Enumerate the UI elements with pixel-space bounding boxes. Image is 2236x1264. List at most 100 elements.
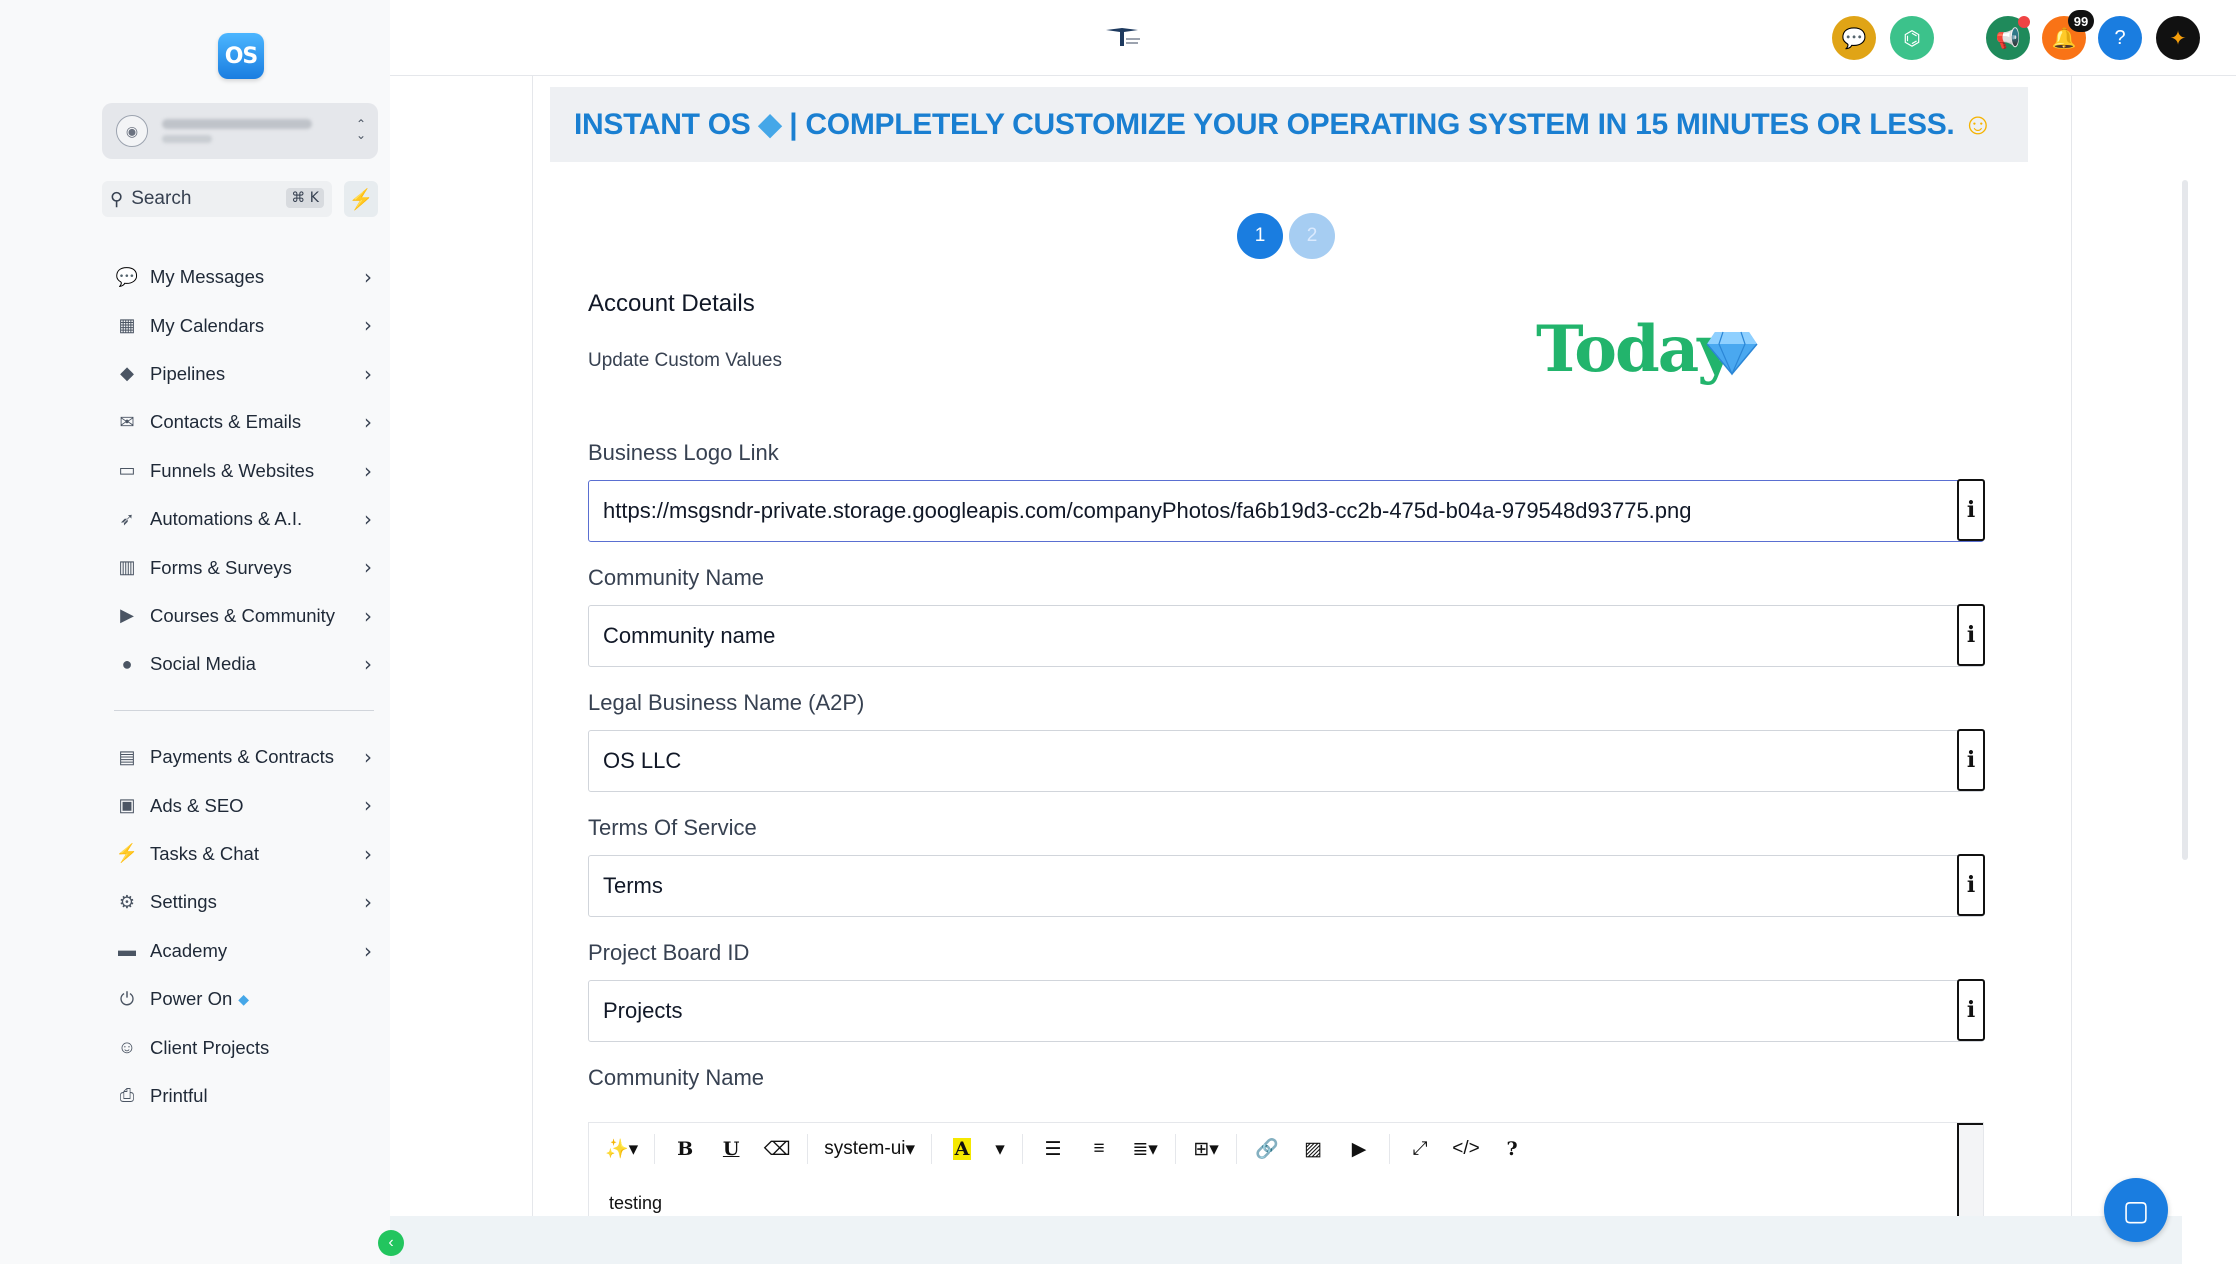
link-button[interactable]: 🔗 [1247, 1131, 1287, 1167]
help-button[interactable]: ? [1492, 1131, 1532, 1167]
announcements-button[interactable]: 📢 [1986, 16, 2030, 60]
search-label: Search [131, 188, 192, 209]
user-icon: ☺ [117, 1037, 137, 1058]
help-button[interactable]: ? [2098, 16, 2142, 60]
emoji-icon: ☺ [1962, 108, 1993, 141]
sidebar-item-settings[interactable]: ⚙ Settings › [112, 878, 380, 926]
search-shortcut: ⌘ K [286, 188, 324, 208]
step-1-indicator[interactable]: 1 [1237, 213, 1283, 259]
magic-wand-button[interactable]: ✨▾ [599, 1131, 644, 1167]
bold-button[interactable]: B [665, 1131, 705, 1167]
account-switcher[interactable]: ◉ ⌃ ⌄ [102, 103, 378, 159]
info-button[interactable]: i [1957, 479, 1985, 541]
sidebar-item-payments[interactable]: ▤ Payments & Contracts › [112, 733, 380, 781]
chevron-right-icon: › [364, 313, 372, 338]
app-logo[interactable]: OS [218, 33, 264, 79]
collapse-sidebar-button[interactable]: ‹ [378, 1230, 404, 1256]
info-button[interactable]: i [1957, 854, 1985, 916]
question-icon: ? [1506, 1138, 1518, 1160]
banner: INSTANT OS ◆ | COMPLETELY CUSTOMIZE YOUR… [550, 87, 2028, 162]
avatar-image-icon: ✦ [2169, 27, 2187, 50]
chat-launcher-button[interactable]: ▢ [2104, 1178, 2168, 1242]
scrollbar[interactable] [2182, 180, 2188, 860]
quick-action-button[interactable]: ⚡ [344, 181, 378, 217]
sidebar-item-power-on[interactable]: ⏻ Power On ◆ [112, 975, 380, 1023]
legal-business-name-input[interactable]: OS LLC i [588, 729, 1985, 792]
align-button[interactable]: ≣▾ [1125, 1131, 1165, 1167]
printer-icon: ⎙ [119, 1085, 135, 1106]
numbered-list-button[interactable]: ≡ [1079, 1131, 1119, 1167]
step-2-indicator[interactable]: 2 [1289, 213, 1335, 259]
sidebar-item-client-projects[interactable]: ☺ Client Projects [112, 1023, 380, 1071]
sidebar-item-forms-surveys[interactable]: ▥ Forms & Surveys › [112, 543, 380, 591]
text-color-dropdown[interactable]: ▾ [988, 1131, 1012, 1167]
account-details-subtitle: Update Custom Values [588, 350, 782, 371]
bolt-icon: ⚡ [348, 188, 374, 211]
play-icon: ▶ [120, 605, 134, 626]
info-button[interactable] [1957, 1123, 1983, 1217]
sidebar-item-label: Automations & A.I. [150, 508, 303, 530]
chevron-right-icon: › [364, 890, 372, 915]
info-button[interactable]: i [1957, 729, 1985, 791]
user-avatar[interactable]: ✦ [2156, 16, 2200, 60]
business-logo-link-input[interactable]: https://msgsndr-private.storage.googleap… [588, 479, 1985, 542]
sidebar-item-automations[interactable]: ➶ Automations & A.I. › [112, 495, 380, 543]
underline-icon: U [722, 1138, 740, 1160]
sidebar-item-my-messages[interactable]: 💬 My Messages › [112, 253, 380, 301]
chat-bubble-button[interactable]: 💬 [1832, 16, 1876, 60]
info-button[interactable]: i [1957, 604, 1985, 666]
sidebar-item-tasks-chat[interactable]: ⚡ Tasks & Chat › [112, 830, 380, 878]
eraser-icon: ⌫ [763, 1138, 791, 1160]
company-logo-icon[interactable] [1102, 24, 1142, 50]
rich-text-editor[interactable]: ✨▾ B U ⌫ system-ui ▾ A ▾ ☰ ≡ ≣▾ ⊞▾ 🔗 ▨ ▶ … [588, 1122, 1984, 1217]
sidebar-item-label: Power On [150, 988, 233, 1010]
power-icon: ⏻ [119, 988, 135, 1009]
sidebar-item-contacts-emails[interactable]: ✉ Contacts & Emails › [112, 398, 380, 446]
project-board-id-input[interactable]: Projects i [588, 979, 1985, 1042]
ad-icon: ▣ [118, 795, 136, 816]
table-button[interactable]: ⊞▾ [1186, 1131, 1226, 1167]
chat-icon: ▢ [2122, 1194, 2150, 1226]
chevron-right-icon: › [364, 603, 372, 628]
magic-wand-icon: ✨▾ [605, 1139, 639, 1160]
info-button[interactable]: i [1957, 979, 1985, 1041]
robot-icon: ⌬ [1903, 27, 1921, 50]
code-view-button[interactable]: </> [1446, 1131, 1486, 1167]
sidebar-item-label: Academy [150, 939, 228, 961]
eraser-button[interactable]: ⌫ [757, 1131, 797, 1167]
community-name-input[interactable]: Community name i [588, 604, 1985, 667]
apple-icon: ● [121, 653, 133, 674]
notifications-button[interactable]: 🔔 99 [2042, 10, 2094, 60]
sidebar-item-label: My Calendars [150, 314, 265, 336]
terms-of-service-label: Terms Of Service [588, 815, 757, 840]
chart-icon: ▥ [118, 557, 136, 578]
editor-content[interactable]: testing [609, 1193, 662, 1214]
banner-text: INSTANT OS ◆ | COMPLETELY CUSTOMIZE YOUR… [574, 108, 1993, 141]
sidebar-item-ads-seo[interactable]: ▣ Ads & SEO › [112, 781, 380, 829]
sidebar-item-pipelines[interactable]: ◆ Pipelines › [112, 350, 380, 398]
sidebar-item-courses-community[interactable]: ▶ Courses & Community › [112, 592, 380, 640]
terms-of-service-input[interactable]: Terms i [588, 854, 1985, 917]
underline-button[interactable]: U [711, 1131, 751, 1167]
sidebar-item-funnels-websites[interactable]: ▭ Funnels & Websites › [112, 447, 380, 495]
video-button[interactable]: ▶ [1339, 1131, 1379, 1167]
table-icon: ⊞▾ [1193, 1138, 1219, 1160]
sidebar-item-academy[interactable]: ▬ Academy › [112, 927, 380, 975]
text-color-button[interactable]: A [942, 1131, 982, 1167]
bullet-list-icon: ☰ [1044, 1138, 1062, 1160]
bot-button[interactable]: ⌬ [1890, 16, 1934, 60]
bullet-list-button[interactable]: ☰ [1033, 1131, 1073, 1167]
font-family-select[interactable]: system-ui ▾ [818, 1131, 921, 1167]
info-icon: i [1966, 747, 1976, 773]
search-button[interactable]: ⚲ Search ⌘ K [102, 181, 332, 217]
text-color-icon: A [952, 1138, 972, 1160]
sidebar-item-social-media[interactable]: ● Social Media › [112, 640, 380, 688]
account-name-blurred [162, 119, 312, 143]
sidebar-item-label: Payments & Contracts [150, 746, 335, 768]
fullscreen-button[interactable]: ⤢ [1400, 1131, 1440, 1167]
image-button[interactable]: ▨ [1293, 1131, 1333, 1167]
image-icon: ▨ [1304, 1138, 1323, 1160]
sidebar-item-my-calendars[interactable]: ▦ My Calendars › [112, 301, 380, 349]
chevron-right-icon: › [364, 555, 372, 580]
sidebar-item-printful[interactable]: ⎙ Printful [112, 1072, 380, 1120]
